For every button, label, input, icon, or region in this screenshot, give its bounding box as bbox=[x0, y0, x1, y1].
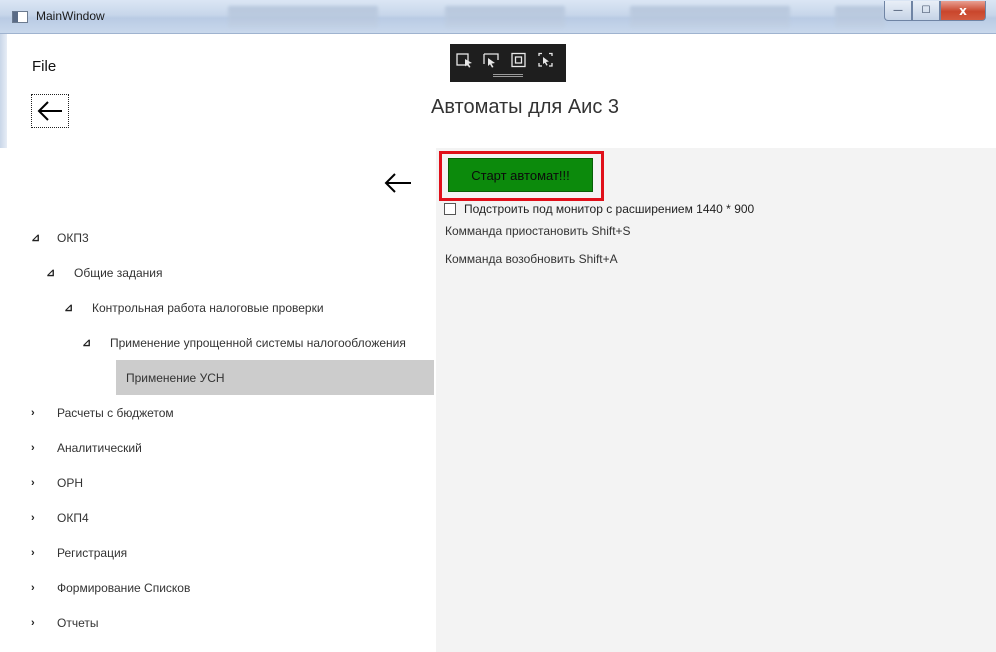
tree-item-analytical[interactable]: › Аналитический bbox=[0, 430, 436, 465]
page-title: Автоматы для Аис 3 bbox=[430, 96, 620, 118]
collapsed-toggle-icon[interactable]: › bbox=[31, 617, 41, 628]
blurred-taskbar-tab bbox=[228, 6, 378, 28]
monitor-option[interactable]: Подстроить под монитор с расширением 144… bbox=[444, 202, 754, 216]
category-tree: ⊿ ОКП3 ⊿ Общие задания ⊿ Контрольная раб… bbox=[0, 220, 436, 640]
tree-item-label: Применение УСН bbox=[126, 370, 225, 385]
navigation-panel: ⊿ ОКП3 ⊿ Общие задания ⊿ Контрольная раб… bbox=[0, 148, 436, 652]
tree-item-okp4[interactable]: › ОКП4 bbox=[0, 500, 436, 535]
tree-item-lists[interactable]: › Формирование Списков bbox=[0, 570, 436, 605]
main-window: MainWindow — ☐ x File Автоматы для Аис 3… bbox=[0, 0, 996, 652]
tree-item-usn[interactable]: Применение УСН bbox=[116, 360, 434, 395]
collapsed-toggle-icon[interactable]: › bbox=[31, 477, 41, 488]
window-controls: — ☐ x bbox=[884, 1, 986, 21]
resume-hint: Комманда возобновить Shift+A bbox=[445, 252, 618, 266]
display-layout-adorners-icon[interactable] bbox=[483, 52, 501, 68]
minimize-button[interactable]: — bbox=[884, 1, 912, 21]
xaml-debug-toolbar bbox=[450, 44, 566, 82]
monitor-option-label: Подстроить под монитор с расширением 144… bbox=[464, 202, 755, 216]
window-title: MainWindow bbox=[36, 9, 105, 23]
pause-hint: Комманда приостановить Shift+S bbox=[445, 224, 631, 238]
tree-item-label: Применение упрощенной системы налогообло… bbox=[110, 335, 406, 350]
menu-file[interactable]: File bbox=[32, 58, 56, 75]
tree-item-label: Контрольная работа налоговые проверки bbox=[92, 300, 324, 315]
title-bar[interactable]: MainWindow — ☐ x bbox=[0, 0, 996, 34]
start-automation-button[interactable]: Старт автомат!!! bbox=[448, 158, 593, 192]
tree-item-general-tasks[interactable]: ⊿ Общие задания bbox=[0, 255, 436, 290]
nav-back-button[interactable] bbox=[380, 168, 416, 198]
tree-item-label: ОКП3 bbox=[57, 230, 89, 245]
tree-item-label: Отчеты bbox=[57, 615, 99, 630]
collapsed-toggle-icon[interactable]: › bbox=[31, 512, 41, 523]
tree-item-label: Аналитический bbox=[57, 440, 142, 455]
tree-item-label: Регистрация bbox=[57, 545, 128, 560]
tree-item-tax-audit[interactable]: ⊿ Контрольная работа налоговые проверки bbox=[0, 290, 436, 325]
hot-reload-icon[interactable] bbox=[537, 52, 555, 68]
collapsed-toggle-icon[interactable]: › bbox=[31, 442, 41, 453]
tree-item-okp3[interactable]: ⊿ ОКП3 bbox=[0, 220, 436, 255]
blurred-taskbar-tab bbox=[630, 6, 790, 28]
close-icon: x bbox=[959, 3, 967, 18]
tree-item-label: Общие задания bbox=[74, 265, 163, 280]
track-focus-icon[interactable] bbox=[510, 52, 528, 68]
close-button[interactable]: x bbox=[940, 1, 986, 21]
monitor-resolution-checkbox[interactable] bbox=[444, 203, 456, 215]
collapsed-toggle-icon[interactable]: › bbox=[31, 407, 41, 418]
blurred-taskbar-tab bbox=[835, 6, 885, 28]
tree-item-label: Формирование Списков bbox=[57, 580, 191, 595]
tree-item-label: ОРН bbox=[57, 475, 84, 490]
tree-item-label: Расчеты с бюджетом bbox=[57, 405, 174, 420]
arrow-left-icon bbox=[384, 173, 411, 193]
select-element-icon[interactable] bbox=[456, 52, 474, 68]
collapsed-toggle-icon[interactable]: › bbox=[31, 547, 41, 558]
maximize-button[interactable]: ☐ bbox=[912, 1, 940, 21]
tree-item-label: ОКП4 bbox=[57, 510, 89, 525]
expanded-toggle-icon[interactable]: ⊿ bbox=[46, 267, 56, 278]
tree-item-budget[interactable]: › Расчеты с бюджетом bbox=[0, 395, 436, 430]
tree-item-registration[interactable]: › Регистрация bbox=[0, 535, 436, 570]
blurred-taskbar-tab bbox=[445, 6, 565, 28]
collapsed-toggle-icon[interactable]: › bbox=[31, 582, 41, 593]
app-window-icon bbox=[12, 11, 28, 23]
expanded-toggle-icon[interactable]: ⊿ bbox=[82, 337, 92, 348]
expanded-toggle-icon[interactable]: ⊿ bbox=[31, 232, 41, 243]
tree-item-reports[interactable]: › Отчеты bbox=[0, 605, 436, 640]
minimize-icon: — bbox=[893, 5, 903, 16]
tree-item-simplified-tax[interactable]: ⊿ Применение упрощенной системы налогооб… bbox=[0, 325, 436, 360]
tree-item-orn[interactable]: › ОРН bbox=[0, 465, 436, 500]
expanded-toggle-icon[interactable]: ⊿ bbox=[64, 302, 74, 313]
content-panel: Старт автомат!!! Подстроить под монитор … bbox=[436, 148, 996, 652]
toolbar-grip[interactable] bbox=[493, 74, 523, 77]
maximize-icon: ☐ bbox=[921, 5, 931, 16]
